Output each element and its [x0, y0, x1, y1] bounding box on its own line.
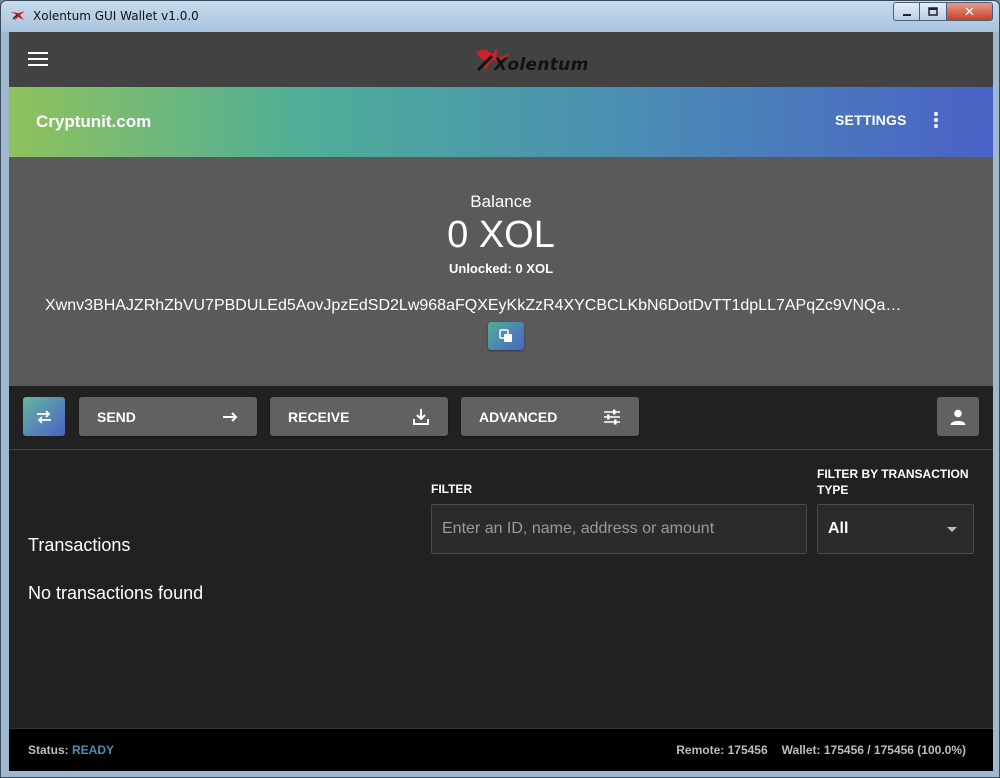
filter-input[interactable]: [431, 504, 807, 554]
filter-type-label: FILTER BY TRANSACTION TYPE: [817, 467, 969, 497]
app-window: Xolentum GUI Wallet v1.0.0 ✕ Xolentum Cr…: [0, 0, 1000, 778]
maximize-button[interactable]: [920, 2, 947, 21]
header-bar: Cryptunit.com SETTINGS: [9, 87, 993, 157]
transaction-type-select[interactable]: All: [817, 504, 974, 554]
status-indicator: Status: READY: [28, 743, 114, 757]
wallet-address: Xwnv3BHAJZRhZbVU7PBDULEd5AovJpzEdSD2Lw96…: [45, 297, 902, 314]
transactions-panel: FILTER FILTER BY TRANSACTION TYPE All Tr…: [9, 450, 993, 728]
window-controls: ✕: [893, 2, 993, 21]
settings-button[interactable]: SETTINGS: [835, 112, 907, 128]
action-toolbar: SEND RECEIVE ADVANCED: [9, 386, 993, 450]
status-bar: Status: READY Remote: 175456 Wallet: 1754…: [9, 728, 993, 771]
receive-button[interactable]: RECEIVE: [270, 397, 448, 436]
status-value: READY: [72, 743, 115, 757]
status-label: Status:: [28, 743, 69, 757]
maximize-icon: [928, 6, 938, 16]
window-titlebar[interactable]: Xolentum GUI Wallet v1.0.0 ✕: [1, 1, 999, 32]
copy-icon: [499, 329, 512, 342]
app-logo: Xolentum: [472, 46, 602, 76]
sync-status: Remote: 175456 Wallet: 175456 / 175456 (1…: [676, 743, 966, 757]
tune-icon: [604, 409, 620, 425]
minimize-icon: [902, 13, 911, 16]
balance-value: 0 XOL: [447, 214, 555, 256]
menu-icon[interactable]: [28, 52, 48, 66]
site-name: Cryptunit.com: [36, 112, 152, 131]
transactions-title: Transactions: [28, 535, 131, 555]
app-client-area: Xolentum Cryptunit.com SETTINGS Balance …: [9, 32, 993, 771]
swap-button[interactable]: [23, 397, 65, 436]
person-icon: [950, 409, 966, 425]
logo-text: Xolentum: [494, 55, 589, 75]
close-icon: ✕: [964, 3, 975, 19]
wallet-height: Wallet: 175456 / 175456 (100.0%): [781, 743, 966, 757]
balance-label: Balance: [470, 192, 532, 211]
unlocked-balance: Unlocked: 0 XOL: [448, 261, 554, 276]
filter-label: FILTER: [431, 482, 473, 496]
advanced-button[interactable]: ADVANCED: [461, 397, 639, 436]
app-bar: Xolentum: [9, 32, 993, 87]
send-label: SEND: [97, 408, 136, 425]
advanced-label: ADVANCED: [479, 408, 558, 425]
close-button[interactable]: ✕: [947, 2, 993, 21]
minimize-button[interactable]: [893, 2, 920, 21]
download-icon: [413, 409, 429, 425]
remote-height: Remote: 175456: [676, 743, 768, 757]
balance-section: Balance 0 XOL Unlocked: 0 XOL Xwnv3BHAJZ…: [9, 157, 993, 386]
arrow-right-icon: [223, 412, 238, 422]
copy-address-button[interactable]: [488, 322, 524, 350]
send-button[interactable]: SEND: [79, 397, 257, 436]
transaction-type-value: All: [828, 520, 849, 537]
more-vert-icon[interactable]: [933, 112, 939, 128]
app-logo-icon: [11, 11, 25, 21]
receive-label: RECEIVE: [288, 408, 350, 425]
account-button[interactable]: [937, 397, 979, 436]
window-title: Xolentum GUI Wallet v1.0.0: [33, 9, 199, 23]
no-transactions-text: No transactions found: [28, 583, 204, 603]
chevron-down-icon: [947, 527, 957, 532]
swap-icon: [37, 409, 51, 424]
